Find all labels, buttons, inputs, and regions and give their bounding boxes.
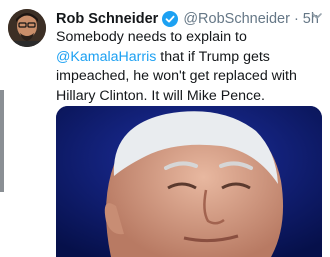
author-name[interactable]: Rob Schneider: [56, 11, 158, 27]
mention-link[interactable]: @KamalaHarris: [56, 49, 156, 65]
scroll-indicator: [0, 90, 4, 192]
tweet-header: Rob Schneider @RobSchneider · 5h: [56, 9, 324, 29]
separator-dot: ·: [293, 11, 299, 27]
verified-badge-icon: [162, 11, 179, 27]
tweet[interactable]: Rob Schneider @RobSchneider · 5h Somebod…: [0, 0, 330, 257]
avatar[interactable]: [8, 9, 46, 47]
author-handle[interactable]: @RobSchneider: [183, 11, 290, 27]
tweet-text: Somebody needs to explain to @KamalaHarr…: [56, 28, 328, 106]
tweet-text-part-1: Somebody needs to explain to: [56, 29, 247, 45]
tweet-image[interactable]: [56, 106, 322, 257]
chevron-down-icon[interactable]: [310, 9, 324, 23]
